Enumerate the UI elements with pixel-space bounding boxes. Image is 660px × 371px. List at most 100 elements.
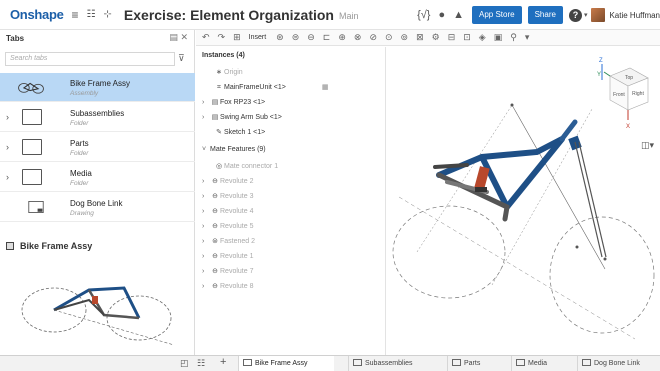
revolute-mate-icon: ⊖: [212, 193, 218, 200]
view-cube-right-label[interactable]: Right: [632, 91, 644, 97]
tree-item-mate[interactable]: › ⊖ Revolute 1: [202, 252, 253, 265]
notifications-icon[interactable]: ▲: [453, 9, 464, 21]
folder-icon: [22, 139, 42, 155]
chevron-right-icon[interactable]: ›: [6, 142, 9, 152]
tree-item-mate[interactable]: › ⊖ Revolute 4: [202, 207, 253, 220]
versions-icon[interactable]: {√}: [417, 9, 430, 21]
chevron-right-icon[interactable]: ›: [202, 178, 210, 185]
screw-relation-icon[interactable]: ⊡: [463, 33, 471, 42]
insert-tab-icon[interactable]: ⊹: [104, 9, 112, 20]
bottom-tab-dog-bone-link[interactable]: Dog Bone Link: [577, 356, 660, 371]
top-bar: Onshape ≡ ☷ ⊹ Exercise: Element Organiza…: [0, 0, 660, 30]
chevron-right-icon[interactable]: ›: [202, 99, 210, 106]
mate-features-header[interactable]: ˅ Mate Features (9): [202, 146, 266, 159]
assembly-preview-thumbnail: [21, 286, 175, 346]
close-icon[interactable]: ✕: [180, 32, 188, 42]
view-cube-top-label[interactable]: Top: [625, 75, 633, 81]
folder-icon: [22, 169, 42, 185]
assembly-feature-tree: Instances (4) ∗ Origin ⌗ MainFrameUnit <1>…: [196, 47, 386, 355]
tree-item-instance[interactable]: › ▤ Swing Arm Sub <1>: [202, 113, 282, 126]
tab-item-bike-frame-assy[interactable]: Bike Frame Assy Assembly: [0, 73, 195, 102]
user-name[interactable]: Katie Huffman: [609, 11, 660, 20]
tree-item-origin[interactable]: ∗ Origin: [214, 68, 243, 81]
measure-icon[interactable]: ⚲: [510, 33, 517, 42]
more-tools-icon[interactable]: ▾: [525, 33, 530, 42]
chevron-down-icon[interactable]: ˅: [202, 146, 210, 153]
chevron-right-icon[interactable]: ›: [202, 223, 210, 230]
app-store-button[interactable]: App Store: [472, 6, 522, 24]
bottom-tab-media[interactable]: Media: [511, 356, 571, 371]
tree-item-mate[interactable]: › ⊖ Revolute 5: [202, 222, 253, 235]
branch-label[interactable]: Main: [339, 11, 359, 21]
add-tab-icon[interactable]: +: [220, 356, 226, 368]
tab-item-dog-bone-link[interactable]: Dog Bone Link Drawing: [0, 193, 195, 222]
mate-connector-icon[interactable]: ◈: [479, 33, 486, 42]
chevron-right-icon[interactable]: ›: [202, 208, 210, 215]
chevron-right-icon[interactable]: ›: [202, 114, 210, 121]
parallel-mate-icon[interactable]: ⊙: [385, 33, 393, 42]
features-list-icon[interactable]: ☷: [87, 9, 96, 20]
chevron-right-icon[interactable]: ›: [202, 193, 210, 200]
search-tabs-input[interactable]: Search tabs: [5, 52, 175, 66]
tree-item-mate[interactable]: › ⊖ Revolute 2: [202, 177, 253, 190]
tab-item-subassemblies[interactable]: › Subassemblies Folder: [0, 103, 195, 132]
view-cube-front-label[interactable]: Front: [613, 92, 625, 98]
insert-button[interactable]: Insert: [249, 34, 267, 41]
tree-item-instance[interactable]: ✎ Sketch 1 <1>: [214, 128, 265, 141]
bottom-tab-subassemblies[interactable]: Subassemblies: [348, 356, 440, 371]
pin-slot-mate-icon[interactable]: ⊗: [354, 33, 362, 42]
redo-icon[interactable]: ↷: [218, 33, 226, 42]
list-view-icon[interactable]: ▤: [169, 32, 178, 42]
tree-item-mate[interactable]: › ⊖ Revolute 8: [202, 282, 253, 295]
cylindrical-mate-icon[interactable]: ⊕: [338, 33, 346, 42]
tangent-mate-icon[interactable]: ⊠: [416, 33, 424, 42]
view-cube[interactable]: Top Front Right X Y Z: [592, 50, 660, 134]
rack-pinion-icon[interactable]: ⊟: [448, 33, 456, 42]
graphics-viewport[interactable]: Top Front Right X Y Z ◫▾: [387, 47, 660, 355]
comments-icon[interactable]: ●: [438, 9, 445, 21]
chevron-right-icon[interactable]: ›: [202, 268, 210, 275]
fastened-mate-icon: ⊜: [212, 238, 218, 245]
gear-relation-icon[interactable]: ⚙: [432, 33, 440, 42]
tree-item-mate[interactable]: › ⊖ Revolute 7: [202, 267, 253, 280]
insert-icon[interactable]: ⊞: [233, 33, 241, 42]
undo-icon[interactable]: ↶: [202, 33, 210, 42]
chevron-down-icon[interactable]: ▾: [584, 11, 588, 19]
chevron-right-icon[interactable]: ›: [202, 253, 210, 260]
onshape-logo[interactable]: Onshape: [10, 7, 64, 22]
instances-header[interactable]: Instances (4): [202, 52, 245, 65]
tree-item-mate[interactable]: › ⊖ Revolute 3: [202, 192, 253, 205]
revolute-mate-icon: ⊖: [212, 208, 218, 215]
group-icon[interactable]: ▣: [494, 33, 503, 42]
document-title[interactable]: Exercise: Element Organization: [124, 7, 334, 23]
chevron-right-icon[interactable]: ›: [6, 172, 9, 182]
filter-tabs-icon[interactable]: ☷: [197, 358, 205, 369]
avatar[interactable]: [591, 8, 606, 22]
chevron-right-icon[interactable]: ›: [202, 283, 210, 290]
help-icon[interactable]: ?: [568, 8, 582, 22]
origin-icon: ∗: [216, 69, 222, 76]
tab-manager-icon[interactable]: ◰: [180, 358, 189, 369]
ball-mate-icon[interactable]: ⊚: [401, 33, 409, 42]
bottom-tab-bike-frame-assy[interactable]: Bike Frame Assy: [238, 356, 334, 371]
tree-item-mate[interactable]: › ⊜ Fastened 2: [202, 237, 255, 250]
revolute-mate-icon[interactable]: ⊖: [307, 33, 315, 42]
chevron-right-icon[interactable]: ›: [202, 238, 210, 245]
tree-item-instance[interactable]: ⌗ MainFrameUnit <1> ▦: [214, 83, 328, 96]
bottom-tab-parts[interactable]: Parts: [447, 356, 507, 371]
replicate-icon[interactable]: ⊛: [276, 33, 284, 42]
tab-item-media[interactable]: › Media Folder: [0, 163, 195, 192]
tree-item-mate[interactable]: ◎ Mate connector 1: [214, 162, 278, 175]
planar-mate-icon[interactable]: ⊘: [369, 33, 377, 42]
fastened-mate-icon[interactable]: ⊜: [292, 33, 300, 42]
menu-icon[interactable]: ≡: [72, 9, 79, 21]
tree-item-instance[interactable]: › ▤ Fox RP23 <1>: [202, 98, 265, 111]
display-mode-icon[interactable]: ◫▾: [641, 140, 654, 151]
share-button[interactable]: Share: [527, 6, 563, 24]
drawing-icon: [28, 201, 44, 213]
filter-icon[interactable]: ⊽: [178, 53, 185, 64]
chevron-right-icon[interactable]: ›: [6, 112, 9, 122]
tab-item-parts[interactable]: › Parts Folder: [0, 133, 195, 162]
subassembly-icon: ▤: [211, 99, 219, 106]
slider-mate-icon[interactable]: ⊏: [323, 33, 331, 42]
